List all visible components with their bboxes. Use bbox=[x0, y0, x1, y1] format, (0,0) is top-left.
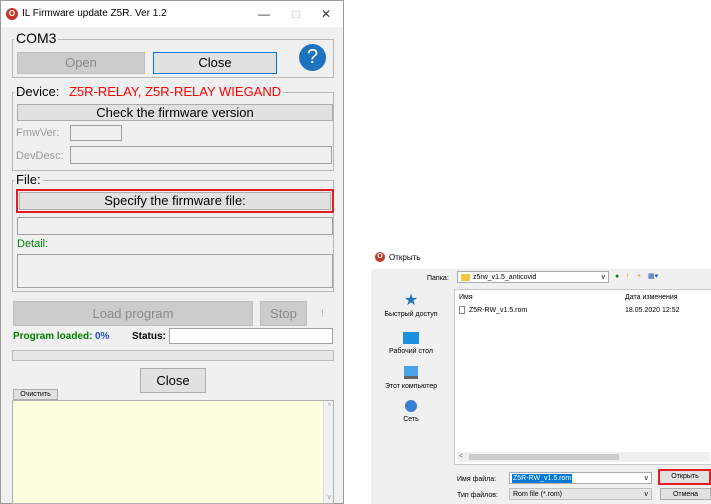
place-label: Сеть bbox=[403, 416, 419, 423]
computer-icon bbox=[404, 366, 418, 379]
place-quick-access[interactable]: ★ Быстрый доступ bbox=[371, 292, 451, 319]
new-folder-icon[interactable]: + bbox=[637, 272, 641, 281]
app-logo-icon: O bbox=[6, 8, 18, 20]
close-port-button[interactable]: Close bbox=[153, 52, 277, 74]
place-this-pc[interactable]: Этот компьютер bbox=[371, 364, 451, 391]
devdesc-field bbox=[70, 146, 332, 164]
column-date-header[interactable]: Дата изменения bbox=[625, 293, 678, 302]
network-icon bbox=[405, 400, 417, 412]
dialog-logo-icon: O bbox=[375, 252, 385, 262]
place-desktop[interactable]: Рабочий стол bbox=[371, 330, 451, 356]
place-label: Быстрый доступ bbox=[384, 311, 438, 318]
scroll-down-icon[interactable]: v bbox=[328, 493, 332, 502]
open-button[interactable]: Открыть bbox=[662, 472, 708, 482]
filename-value: Z5R-RW_v1.5.rom bbox=[512, 474, 573, 483]
device-label: Device: bbox=[16, 84, 60, 99]
fmwver-label: FmwVer: bbox=[16, 127, 60, 139]
progress-bar bbox=[12, 350, 334, 361]
place-network[interactable]: Сеть bbox=[371, 398, 451, 424]
scroll-up-icon[interactable]: ^ bbox=[328, 402, 331, 411]
chevron-down-icon[interactable]: v bbox=[645, 490, 649, 499]
file-icon bbox=[459, 306, 465, 314]
device-name: Z5R-RELAY, Z5R-RELAY WIEGAND bbox=[68, 84, 282, 99]
open-port-button[interactable]: Open bbox=[17, 52, 145, 74]
load-program-button[interactable]: Load program bbox=[13, 301, 253, 326]
filetype-value: Rom file (*.rom) bbox=[513, 491, 563, 498]
port-label: COM3 bbox=[14, 30, 59, 46]
filename-label: Имя файла: bbox=[457, 476, 497, 483]
check-firmware-button[interactable]: Check the firmware version bbox=[17, 104, 333, 121]
filetype-select[interactable]: Rom file (*.rom) v bbox=[509, 488, 652, 500]
view-menu-icon[interactable]: ▦▾ bbox=[648, 272, 658, 281]
folder-select[interactable]: z5rw_v1.5_anticovid v bbox=[457, 271, 609, 283]
folder-value: z5rw_v1.5_anticovid bbox=[473, 274, 537, 281]
filetype-label: Тип файлов: bbox=[457, 492, 498, 499]
firmware-path-field bbox=[17, 217, 333, 235]
place-label: Рабочий стол bbox=[389, 348, 433, 355]
chevron-down-icon[interactable]: v bbox=[645, 474, 649, 483]
places-bar: ★ Быстрый доступ Рабочий стол Этот компь… bbox=[371, 288, 451, 468]
maximize-icon[interactable]: □ bbox=[289, 7, 303, 21]
scroll-left-icon[interactable]: < bbox=[459, 452, 463, 461]
open-file-dialog: O Открыть Папка: z5rw_v1.5_anticovid v ●… bbox=[371, 247, 711, 504]
chevron-down-icon[interactable]: v bbox=[602, 273, 606, 282]
minimize-icon[interactable]: — bbox=[257, 7, 271, 21]
indicator-dot: ! bbox=[321, 308, 324, 318]
log-scrollbar[interactable] bbox=[323, 401, 333, 503]
dialog-body: Папка: z5rw_v1.5_anticovid v ● ↑ + ▦▾ ★ … bbox=[371, 269, 711, 504]
close-button[interactable]: Close bbox=[140, 368, 206, 393]
file-list[interactable]: Имя Дата изменения Z5R-RW_v1.5.rom 18.05… bbox=[454, 289, 711, 465]
column-name-header[interactable]: Имя bbox=[459, 293, 473, 302]
file-name: Z5R-RW_v1.5.rom bbox=[469, 307, 528, 314]
file-label: File: bbox=[14, 172, 43, 187]
folder-label: Папка: bbox=[427, 275, 449, 282]
title-bar: O IL Firmware update Z5R. Ver 1.2 — □ ✕ bbox=[1, 1, 343, 27]
dialog-title-bar: O Открыть bbox=[371, 247, 711, 269]
scroll-thumb[interactable] bbox=[469, 454, 619, 460]
help-icon[interactable]: ? bbox=[299, 44, 326, 71]
program-loaded-label: Program loaded: bbox=[13, 331, 93, 342]
folder-icon bbox=[461, 274, 470, 281]
detail-label: Detail: bbox=[17, 238, 49, 250]
stop-button[interactable]: Stop bbox=[260, 301, 307, 326]
star-icon: ★ bbox=[403, 292, 419, 309]
program-percent: 0% bbox=[95, 331, 110, 342]
back-icon[interactable]: ● bbox=[615, 272, 619, 281]
window-title: IL Firmware update Z5R. Ver 1.2 bbox=[22, 8, 167, 19]
firmware-update-window: O IL Firmware update Z5R. Ver 1.2 — □ ✕ … bbox=[0, 0, 344, 504]
devdesc-label: DevDesc: bbox=[16, 150, 64, 162]
fmwver-field bbox=[70, 125, 122, 141]
cancel-label: Отмена bbox=[672, 491, 699, 498]
file-date: 18.05.2020 12:52 bbox=[625, 307, 680, 314]
log-area[interactable]: ^ v bbox=[12, 400, 334, 504]
dialog-title: Открыть bbox=[389, 253, 421, 262]
horizontal-scrollbar[interactable]: < bbox=[457, 452, 710, 462]
specify-firmware-button[interactable]: Specify the firmware file: bbox=[19, 192, 331, 210]
status-label: Status: bbox=[132, 331, 166, 342]
list-item[interactable]: Z5R-RW_v1.5.rom 18.05.2020 12:52 bbox=[459, 305, 709, 316]
place-label: Этот компьютер bbox=[384, 383, 438, 390]
filename-input[interactable]: Z5R-RW_v1.5.rom v bbox=[509, 472, 652, 484]
up-folder-icon[interactable]: ↑ bbox=[626, 272, 630, 281]
detail-field bbox=[17, 254, 333, 288]
desktop-icon bbox=[403, 332, 419, 344]
clear-log-button[interactable]: Очистить bbox=[13, 389, 58, 400]
status-field bbox=[169, 328, 333, 344]
cancel-button[interactable]: Отмена bbox=[660, 488, 711, 500]
close-icon[interactable]: ✕ bbox=[319, 7, 333, 21]
device-group-title: Device: Z5R-RELAY, Z5R-RELAY WIEGAND bbox=[14, 84, 284, 99]
